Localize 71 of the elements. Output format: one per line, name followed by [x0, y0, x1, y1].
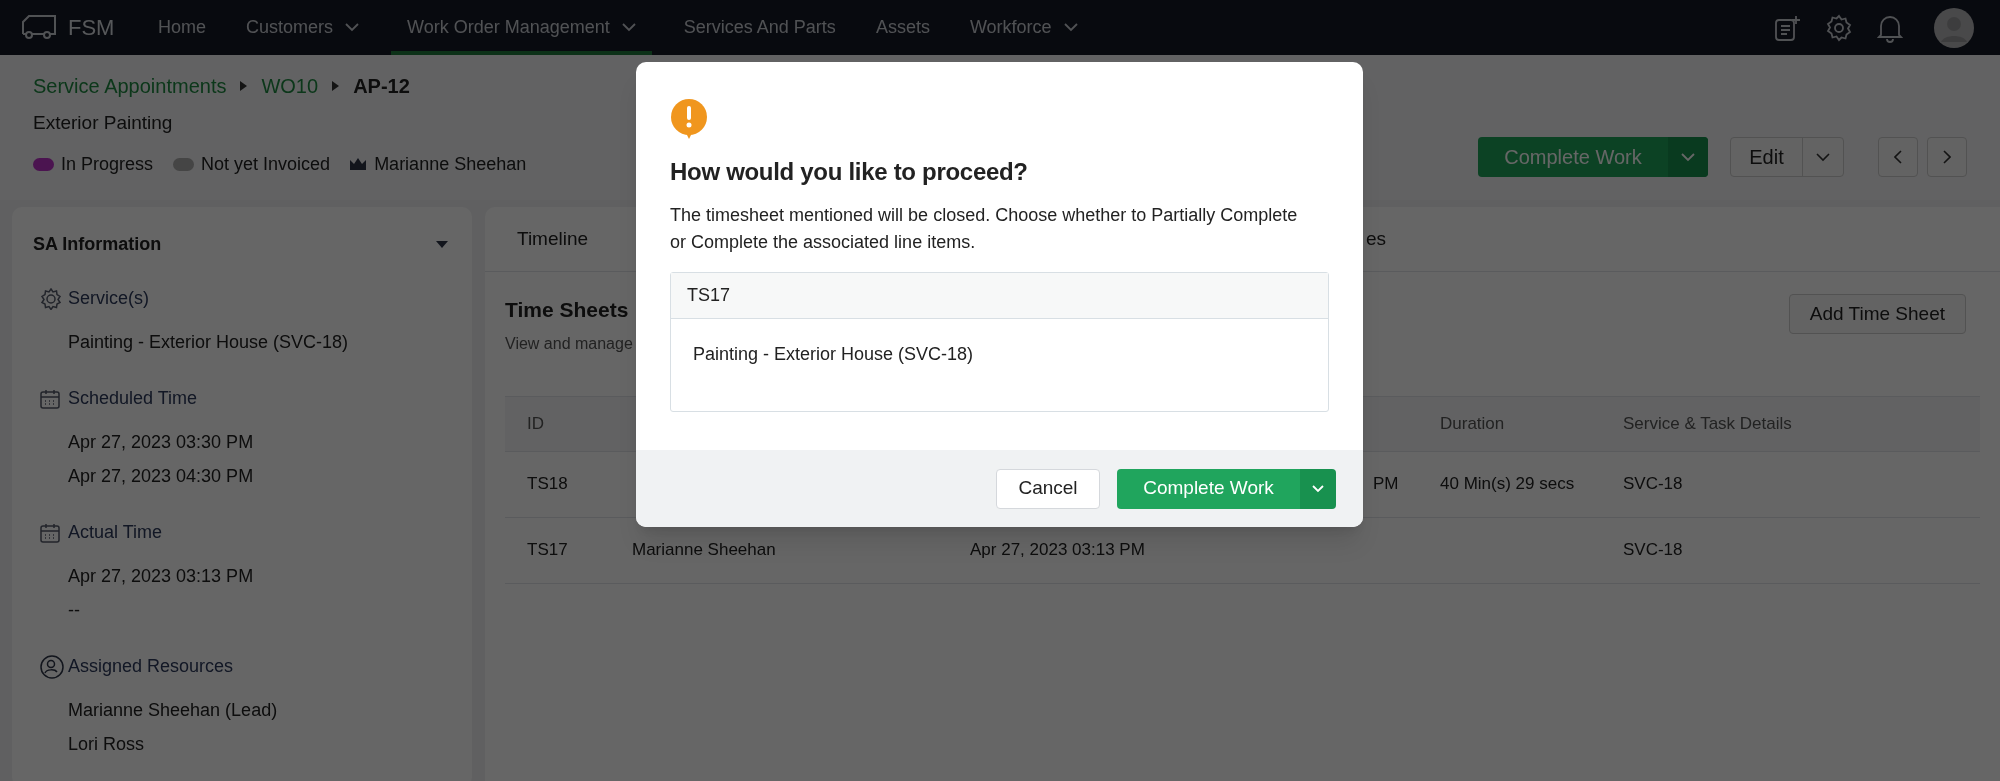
- crown-icon: [350, 158, 367, 170]
- dropdown-button[interactable]: [1668, 137, 1708, 177]
- field-value: Apr 27, 2023 04:30 PM: [68, 465, 254, 488]
- section-subtitle: View and manage: [505, 333, 633, 354]
- nav-tab[interactable]: Workforce: [961, 0, 1086, 55]
- column-header: Duration: [1440, 412, 1506, 435]
- user-circle-icon: [40, 654, 64, 679]
- status-label: Not yet Invoiced: [201, 152, 331, 176]
- field-value: --: [68, 599, 80, 622]
- tab[interactable]: Timeline: [517, 224, 589, 254]
- owner-name: Marianne Sheehan: [374, 152, 527, 176]
- caret-down-icon[interactable]: [436, 241, 448, 248]
- status-label: In Progress: [61, 152, 154, 176]
- table-cell-text: 40 Min(s) 29 secs: [1440, 473, 1576, 496]
- group-header: TS17: [671, 273, 1328, 319]
- caret-right-icon: [240, 81, 248, 91]
- field-value: Painting - Exterior House (SVC-18): [68, 331, 349, 354]
- field-label: Scheduled Time: [68, 387, 198, 410]
- breadcrumb-current: AP-12: [353, 74, 410, 99]
- breadcrumb-link[interactable]: Service Appointments: [33, 71, 227, 101]
- cancel-button[interactable]: Cancel: [996, 468, 1100, 509]
- table-cell-text: TS17: [527, 539, 569, 562]
- gear-icon: [40, 287, 62, 310]
- chevron-down-icon: [1816, 152, 1830, 162]
- field-label: Assigned Resources: [68, 655, 234, 678]
- add-time-sheet-button[interactable]: Add Time Sheet: [1788, 294, 1966, 334]
- previous-button[interactable]: [1878, 137, 1918, 177]
- field-value: Apr 27, 2023 03:30 PM: [68, 431, 254, 454]
- nav-tab[interactable]: Customers: [238, 0, 368, 55]
- calendar-icon: [40, 388, 60, 409]
- field-value: Apr 27, 2023 03:13 PM: [68, 565, 254, 588]
- chevron-down-icon: [621, 23, 636, 32]
- breadcrumb-link[interactable]: WO10: [261, 71, 319, 101]
- table-cell-text: SVC-18: [1623, 539, 1684, 562]
- settings-icon[interactable]: [1825, 13, 1853, 42]
- column-header: ID: [527, 412, 545, 435]
- field-label: Service(s): [68, 287, 149, 310]
- avatar-icon[interactable]: [1933, 6, 1975, 49]
- dialog-title: How would you like to proceed?: [670, 157, 1029, 187]
- add-note-icon[interactable]: [1773, 13, 1801, 42]
- tab[interactable]: es: [1366, 224, 1387, 254]
- chevron-right-icon: [1943, 150, 1951, 164]
- nav-tab[interactable]: Home: [150, 0, 214, 55]
- table-cell-text: TS18: [527, 473, 569, 496]
- section-title: SA Information: [33, 233, 162, 256]
- field-value: Lori Ross: [68, 733, 145, 756]
- field-value: Marianne Sheehan (Lead): [68, 699, 278, 722]
- caret-right-icon: [332, 81, 340, 91]
- line-item: Painting - Exterior House (SVC-18): [692, 343, 975, 366]
- section-title: Time Sheets: [505, 297, 630, 323]
- table-cell: Apr 27, 2023 03:13 PM: [970, 540, 1145, 560]
- app-logo[interactable]: FSM: [68, 11, 115, 44]
- table-cell-text: SVC-18: [1623, 473, 1684, 496]
- complete-work-button[interactable]: Complete Work: [1117, 468, 1300, 509]
- chevron-down-icon: [1312, 484, 1324, 493]
- warning-icon: [670, 99, 708, 139]
- table-cell-text: Marianne Sheehan: [632, 539, 777, 562]
- chevron-down-icon: [345, 23, 360, 32]
- nav-tab[interactable]: Assets: [867, 0, 938, 55]
- chevron-left-icon: [1894, 150, 1902, 164]
- field-label: Actual Time: [68, 521, 163, 544]
- appointment-title: Exterior Painting: [33, 111, 174, 135]
- dropdown-button[interactable]: [1300, 468, 1336, 509]
- dialog-message: The timesheet mentioned will be closed. Choose whether to Partially Complete or Complete the associated line items.: [670, 204, 1299, 254]
- chevron-down-icon: [1063, 23, 1078, 32]
- table-cell: PM: [1373, 474, 1399, 494]
- next-button[interactable]: [1927, 137, 1967, 177]
- calendar-icon: [40, 522, 60, 543]
- column-header: Service & Task Details: [1623, 412, 1793, 435]
- nav-tab[interactable]: Services And Parts: [675, 0, 844, 55]
- chevron-down-icon: [1681, 152, 1695, 162]
